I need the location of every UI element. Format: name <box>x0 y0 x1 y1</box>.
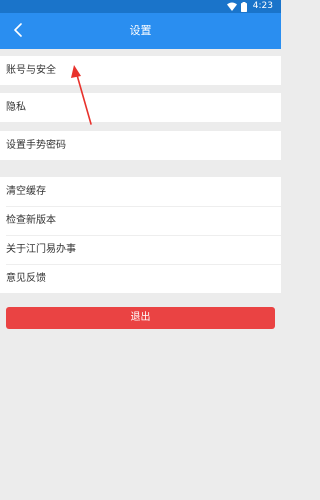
battery-icon <box>240 1 247 12</box>
settings-item-label: 意见反馈 <box>6 273 46 284</box>
settings-item-label: 清空缓存 <box>6 186 46 197</box>
settings-item-clear-cache[interactable]: 清空缓存 <box>0 177 281 206</box>
settings-item-label: 关于江门易办事 <box>6 244 76 255</box>
settings-item-about[interactable]: 关于江门易办事 <box>0 235 281 264</box>
settings-item-feedback[interactable]: 意见反馈 <box>0 264 281 293</box>
settings-item-account-security[interactable]: 账号与安全 <box>0 56 281 85</box>
settings-item-label: 隐私 <box>6 102 26 113</box>
settings-group-general: 清空缓存 检查新版本 关于江门易办事 意见反馈 <box>0 177 281 293</box>
status-icons: 4:23 <box>226 1 273 12</box>
page-title: 设置 <box>129 24 152 37</box>
settings-group-privacy: 隐私 <box>0 93 281 122</box>
status-bar: 4:23 <box>0 0 281 13</box>
settings-item-label: 设置手势密码 <box>6 140 66 151</box>
settings-item-privacy[interactable]: 隐私 <box>0 93 281 122</box>
logout-button[interactable]: 退出 <box>6 307 275 329</box>
settings-group-gesture: 设置手势密码 <box>0 131 281 160</box>
nav-bar: 设置 <box>0 13 281 49</box>
back-button[interactable] <box>4 17 32 45</box>
wifi-icon <box>226 2 237 11</box>
settings-item-label: 检查新版本 <box>6 215 56 226</box>
settings-group-account: 账号与安全 <box>0 56 281 85</box>
settings-item-check-update[interactable]: 检查新版本 <box>0 206 281 235</box>
settings-item-label: 账号与安全 <box>6 65 56 76</box>
chevron-left-icon <box>13 22 23 41</box>
status-time: 4:23 <box>252 1 273 11</box>
settings-item-gesture-password[interactable]: 设置手势密码 <box>0 131 281 160</box>
